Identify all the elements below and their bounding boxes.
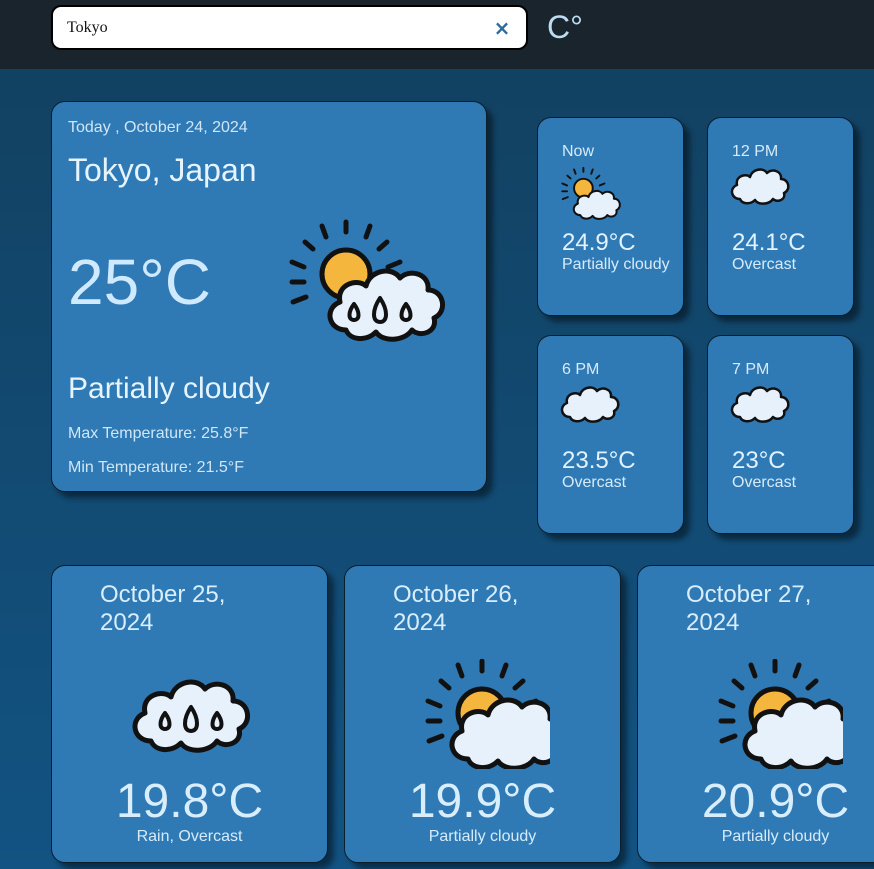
today-card: Today , October 24, 2024 Tokyo, Japan 25… <box>51 101 487 492</box>
max-temperature: Max Temperature: 25.8°F <box>68 425 249 442</box>
hour-temperature: 23.5°C <box>562 447 636 474</box>
day-temperature: 20.9°C <box>701 775 850 828</box>
cloud-icon <box>730 168 790 205</box>
hour-condition: Overcast <box>732 474 797 491</box>
day-date: October 27, 2024 <box>686 581 812 636</box>
hour-temperature: 24.9°C <box>562 229 636 256</box>
hour-label: 12 PM <box>732 143 779 160</box>
partly-cloudy-icon <box>561 166 621 220</box>
today-date: Today , October 24, 2024 <box>68 119 248 136</box>
current-condition: Partially cloudy <box>68 372 270 405</box>
hour-label: 7 PM <box>732 361 770 378</box>
rain-cloud-icon <box>127 659 257 769</box>
day-date: October 25, 2024 <box>100 581 226 636</box>
hourly-card-12pm: 12 PM 24.1°C Overcast <box>707 117 854 316</box>
min-temperature: Min Temperature: 21.5°F <box>68 459 244 476</box>
daily-card-oct-27: October 27, 2024 20.9°C Partially cloudy <box>637 565 874 863</box>
hour-label: Now <box>562 143 595 160</box>
partly-cloudy-icon <box>713 659 843 769</box>
day-date: October 26, 2024 <box>393 581 519 636</box>
unit-toggle-button[interactable]: C° <box>547 9 583 46</box>
daily-card-oct-25: October 25, 2024 19.8°C Rain, Overcast <box>51 565 328 863</box>
hour-label: 6 PM <box>562 361 600 378</box>
day-temperature: 19.9°C <box>408 775 557 828</box>
day-temperature: 19.8°C <box>115 775 264 828</box>
daily-card-oct-26: October 26, 2024 19.9°C Partially cloudy <box>344 565 621 863</box>
hour-temperature: 23°C <box>732 447 786 474</box>
hour-temperature: 24.1°C <box>732 229 806 256</box>
search-box[interactable]: × <box>51 5 528 50</box>
current-temperature: 25°C <box>68 246 211 318</box>
hourly-card-7pm: 7 PM 23°C Overcast <box>707 335 854 534</box>
hour-condition: Partially cloudy <box>562 256 670 273</box>
day-condition: Partially cloudy <box>428 828 537 845</box>
sun-cloud-rain-icon <box>286 210 446 350</box>
hour-condition: Overcast <box>732 256 797 273</box>
search-input[interactable] <box>67 17 467 39</box>
clear-search-icon[interactable]: × <box>492 16 512 40</box>
hour-condition: Overcast <box>562 474 627 491</box>
location-name: Tokyo, Japan <box>68 152 257 188</box>
cloud-icon <box>560 386 620 423</box>
cloud-icon <box>730 386 790 423</box>
top-bar: × C° <box>0 0 874 69</box>
hourly-card-6pm: 6 PM 23.5°C Overcast <box>537 335 684 534</box>
hourly-card-now: Now 24.9°C Partially cloudy <box>537 117 684 316</box>
day-condition: Partially cloudy <box>721 828 830 845</box>
partly-cloudy-icon <box>420 659 550 769</box>
day-condition: Rain, Overcast <box>136 828 243 845</box>
